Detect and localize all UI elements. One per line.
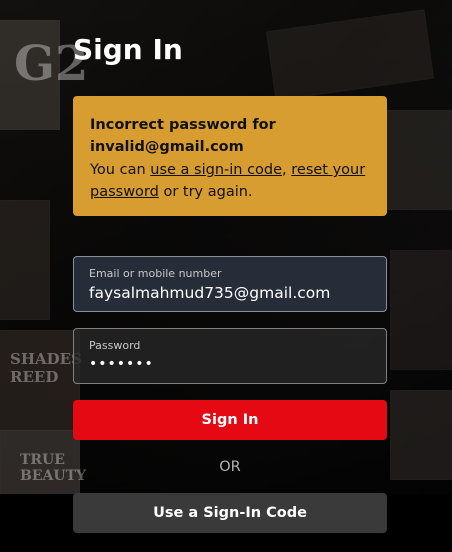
- alert-text: ,: [282, 162, 292, 178]
- alert-heading: Incorrect password for invalid@gmail.com: [90, 114, 371, 158]
- sign-in-button[interactable]: Sign In: [73, 400, 387, 440]
- password-field[interactable]: Password •••••••: [73, 328, 387, 384]
- alert-heading-email: invalid@gmail.com: [90, 139, 244, 155]
- alert-text: You can: [90, 162, 151, 178]
- use-sign-in-code-button[interactable]: Use a Sign-In Code: [73, 493, 387, 533]
- email-input[interactable]: [89, 284, 379, 302]
- password-field-label: Password: [89, 339, 141, 352]
- alert-text: or try again.: [158, 184, 253, 200]
- background-poster: [390, 250, 452, 370]
- error-alert: Incorrect password for invalid@gmail.com…: [73, 96, 387, 216]
- background-poster: [265, 9, 435, 101]
- use-sign-in-code-link[interactable]: use a sign-in code: [150, 162, 282, 178]
- background-poster-text: SHADES REED: [10, 350, 82, 386]
- password-input[interactable]: •••••••: [89, 356, 379, 372]
- page-title: Sign In: [73, 33, 183, 66]
- or-divider: OR: [219, 459, 241, 475]
- alert-message: You can use a sign-in code, reset your p…: [90, 159, 371, 203]
- email-field[interactable]: Email or mobile number: [73, 256, 387, 312]
- background-poster: [380, 110, 452, 210]
- email-field-label: Email or mobile number: [89, 267, 222, 280]
- background-poster: [390, 390, 452, 480]
- alert-heading-line1: Incorrect password for: [90, 117, 276, 133]
- background-poster: [0, 200, 50, 320]
